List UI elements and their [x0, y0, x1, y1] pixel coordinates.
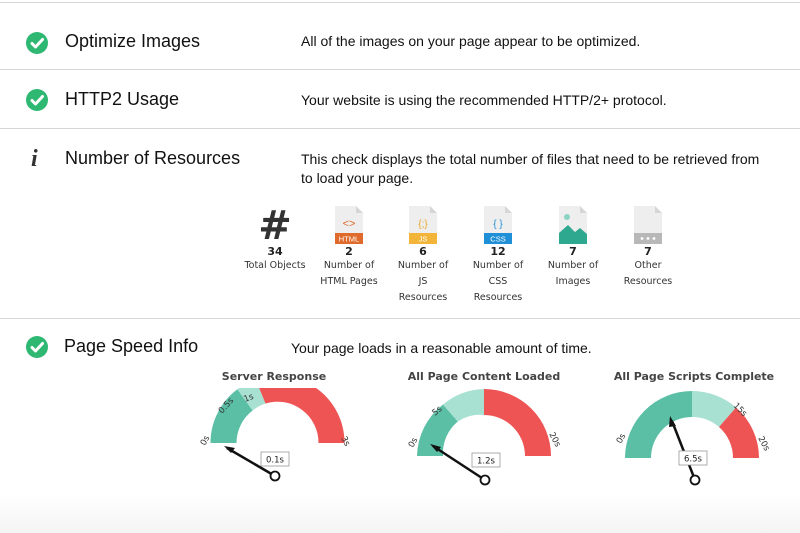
pass-check-icon — [26, 89, 48, 111]
resource-js: {;} JS 6 Number of JS Resources — [392, 205, 454, 306]
row-divider — [0, 318, 800, 319]
svg-text:#: # — [258, 205, 292, 245]
check-description-http2-usage: Your website is using the recommended HT… — [301, 92, 667, 108]
check-title-page-speed-info: Page Speed Info — [64, 336, 199, 356]
resource-label: Total Objects — [244, 260, 306, 271]
gauge-needle — [670, 420, 697, 481]
pass-check-icon — [26, 336, 48, 358]
js-badge: JS — [419, 235, 428, 244]
resource-label: Other Resources — [623, 260, 673, 287]
hash-icon: # — [244, 203, 306, 249]
resource-count: 2 — [345, 245, 353, 258]
svg-text:{ }: { } — [493, 219, 503, 230]
gauge-title-scripts-complete: All Page Scripts Complete — [613, 370, 775, 383]
gauge-title-content-loaded: All Page Content Loaded — [407, 370, 561, 383]
resource-count: 7 — [644, 245, 652, 258]
gauge-value: 1.2s — [477, 457, 496, 467]
resource-label: Number of CSS Resources — [472, 260, 524, 303]
top-divider — [0, 2, 800, 3]
gauge-title-server-response: Server Response — [221, 370, 327, 383]
resource-label: Number of HTML Pages — [320, 260, 378, 287]
html-badge: HTML — [339, 235, 359, 244]
resource-count: 34 — [267, 245, 283, 258]
resource-html-pages: <> HTML 2 Number of HTML Pages — [318, 205, 380, 290]
svg-text:<>: <> — [343, 218, 356, 230]
check-title-optimize-images: Optimize Images — [65, 31, 201, 51]
svg-text:{;}: {;} — [418, 219, 428, 230]
check-description-optimize-images: All of the images on your page appear to… — [301, 33, 641, 49]
resource-count: 7 — [569, 245, 577, 258]
resource-label: Number of JS Resources — [397, 260, 449, 303]
gauge-content-loaded: 0s 5s 10s 20s 1.2s — [405, 378, 575, 498]
bottom-fade — [0, 495, 800, 533]
image-file-icon — [542, 205, 604, 245]
gauge-server-response: 0s 0.5s 1s 3s 0.1s — [195, 375, 365, 498]
gauge-value: 0.1s — [266, 456, 285, 466]
check-title-http2-usage: HTTP2 Usage — [65, 89, 180, 109]
gauge-tick: 0s — [199, 434, 213, 448]
resource-count: 6 — [419, 245, 427, 258]
info-icon: i — [31, 146, 38, 172]
resource-other: 7 Other Resources — [617, 205, 679, 290]
resource-count: 12 — [490, 245, 506, 258]
css-file-icon: { } CSS — [467, 205, 529, 245]
other-file-icon — [617, 205, 679, 245]
html-file-icon: <> HTML — [318, 205, 380, 245]
row-divider — [0, 69, 800, 70]
resource-total-objects: # 34 Total Objects — [244, 203, 306, 274]
gauge-value: 6.5s — [684, 455, 703, 465]
check-description-page-speed-info: Your page loads in a reasonable amount o… — [291, 340, 592, 356]
check-description-line1: This check displays the total number of … — [301, 151, 760, 167]
check-title-number-of-resources: Number of Resources — [65, 148, 241, 168]
check-description-line2: to load your page. — [301, 170, 414, 186]
pass-check-icon — [26, 32, 48, 54]
css-badge: CSS — [490, 235, 505, 244]
js-file-icon: {;} JS — [392, 205, 454, 245]
row-divider — [0, 128, 800, 129]
gauge-tick: 0s — [615, 432, 629, 446]
gauge-scripts-complete: 0s 10s 15s 20s 6.5s — [615, 378, 785, 498]
resource-css: { } CSS 12 Number of CSS Resources — [467, 205, 529, 306]
resource-images: 7 Number of Images — [542, 205, 604, 290]
resource-label: Number of Images — [547, 260, 599, 287]
